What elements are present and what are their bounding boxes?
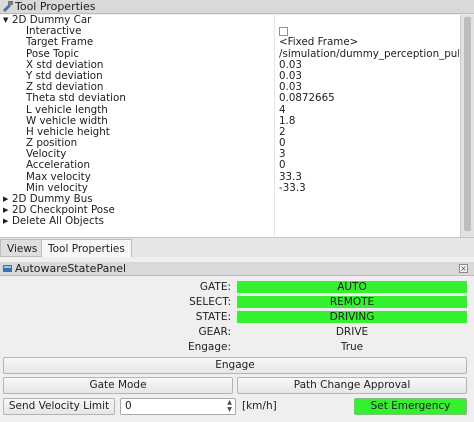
dock-tabs: Views Tool Properties: [0, 237, 474, 257]
engage-row: Engage: True: [0, 341, 474, 354]
scrollbar-thumb[interactable]: [464, 17, 471, 231]
property-tree[interactable]: ▼ 2D Dummy Car Interactive Target Frame …: [0, 14, 461, 237]
set-emergency-button[interactable]: Set Emergency: [354, 398, 467, 415]
velocity-limit-spinbox[interactable]: 0 ▲ ▼: [120, 398, 236, 415]
interactive-checkbox[interactable]: [279, 27, 288, 37]
panel-icon: [2, 263, 13, 274]
gate-row: GATE: AUTO: [0, 281, 474, 294]
velocity-limit-value: 0: [125, 400, 132, 412]
prop-value[interactable]: 3: [279, 149, 459, 160]
path-change-approval-button[interactable]: Path Change Approval: [237, 377, 467, 394]
select-label: SELECT:: [189, 296, 231, 308]
gate-value: AUTO: [237, 281, 467, 293]
tab-views[interactable]: Views: [0, 239, 45, 257]
tool-properties-icon: [2, 1, 13, 12]
autoware-panel-titlebar: AutowareStatePanel ×: [0, 262, 474, 276]
state-label: STATE:: [195, 311, 231, 323]
gate-label: GATE:: [199, 281, 231, 293]
prop-value[interactable]: 0: [279, 138, 459, 149]
prop-value[interactable]: 2: [279, 127, 459, 138]
prop-row-z-position[interactable]: Z position 0: [0, 137, 460, 149]
prop-row-target-frame[interactable]: Target Frame <Fixed Frame>: [0, 37, 460, 48]
tab-tool-properties[interactable]: Tool Properties: [41, 239, 132, 257]
close-icon[interactable]: ×: [459, 264, 468, 273]
tree-scrollbar[interactable]: [461, 15, 474, 237]
prop-value[interactable]: 0: [279, 160, 459, 171]
prop-row-length[interactable]: L vehicle length 4: [0, 104, 460, 116]
gate-mode-button[interactable]: Gate Mode: [3, 377, 233, 394]
collapsed-arrow-icon[interactable]: ▶: [3, 196, 8, 203]
gear-label: GEAR:: [198, 326, 231, 338]
autoware-panel-title: AutowareStatePanel: [15, 262, 127, 275]
engage-value: True: [340, 341, 364, 353]
gear-value: DRIVE: [335, 326, 369, 338]
prop-value[interactable]: -33.3: [279, 183, 459, 194]
velocity-unit-label: [km/h]: [242, 400, 277, 412]
collapsed-arrow-icon[interactable]: ▶: [3, 207, 8, 214]
tool-properties-titlebar: Tool Properties: [0, 0, 474, 14]
send-velocity-limit-button[interactable]: Send Velocity Limit: [3, 398, 115, 415]
collapsed-arrow-icon[interactable]: ▶: [3, 218, 8, 225]
expanded-arrow-icon[interactable]: ▼: [3, 17, 8, 24]
prop-value[interactable]: 4: [279, 105, 459, 116]
prop-value[interactable]: 0.0872665: [279, 93, 459, 104]
prop-value[interactable]: 1.8: [279, 116, 459, 127]
prop-value[interactable]: 0.03: [279, 82, 459, 93]
select-value: REMOTE: [237, 296, 467, 308]
prop-row-theta-std[interactable]: Theta std deviation 0.0872665: [0, 93, 460, 104]
prop-value[interactable]: <Fixed Frame>: [279, 37, 459, 48]
prop-value[interactable]: /simulation/dummy_perception_publish...: [279, 49, 459, 60]
tree-group-delete-all-objects[interactable]: ▶ Delete All Objects: [0, 216, 460, 227]
engage-button[interactable]: Engage: [3, 357, 467, 374]
prop-value[interactable]: 33.3: [279, 172, 459, 183]
select-row: SELECT: REMOTE: [0, 296, 474, 309]
tool-properties-title: Tool Properties: [15, 0, 96, 13]
prop-row-acceleration[interactable]: Acceleration 0: [0, 160, 460, 171]
prop-value[interactable]: 0.03: [279, 60, 459, 71]
prop-value[interactable]: 0.03: [279, 71, 459, 82]
gear-row: GEAR: DRIVE: [0, 326, 474, 339]
state-row: STATE: DRIVING: [0, 311, 474, 324]
spinbox-arrows-icon[interactable]: ▲ ▼: [224, 399, 235, 414]
engage-label: Engage:: [187, 341, 231, 353]
state-value: DRIVING: [237, 311, 467, 323]
column-separator[interactable]: [274, 15, 275, 237]
